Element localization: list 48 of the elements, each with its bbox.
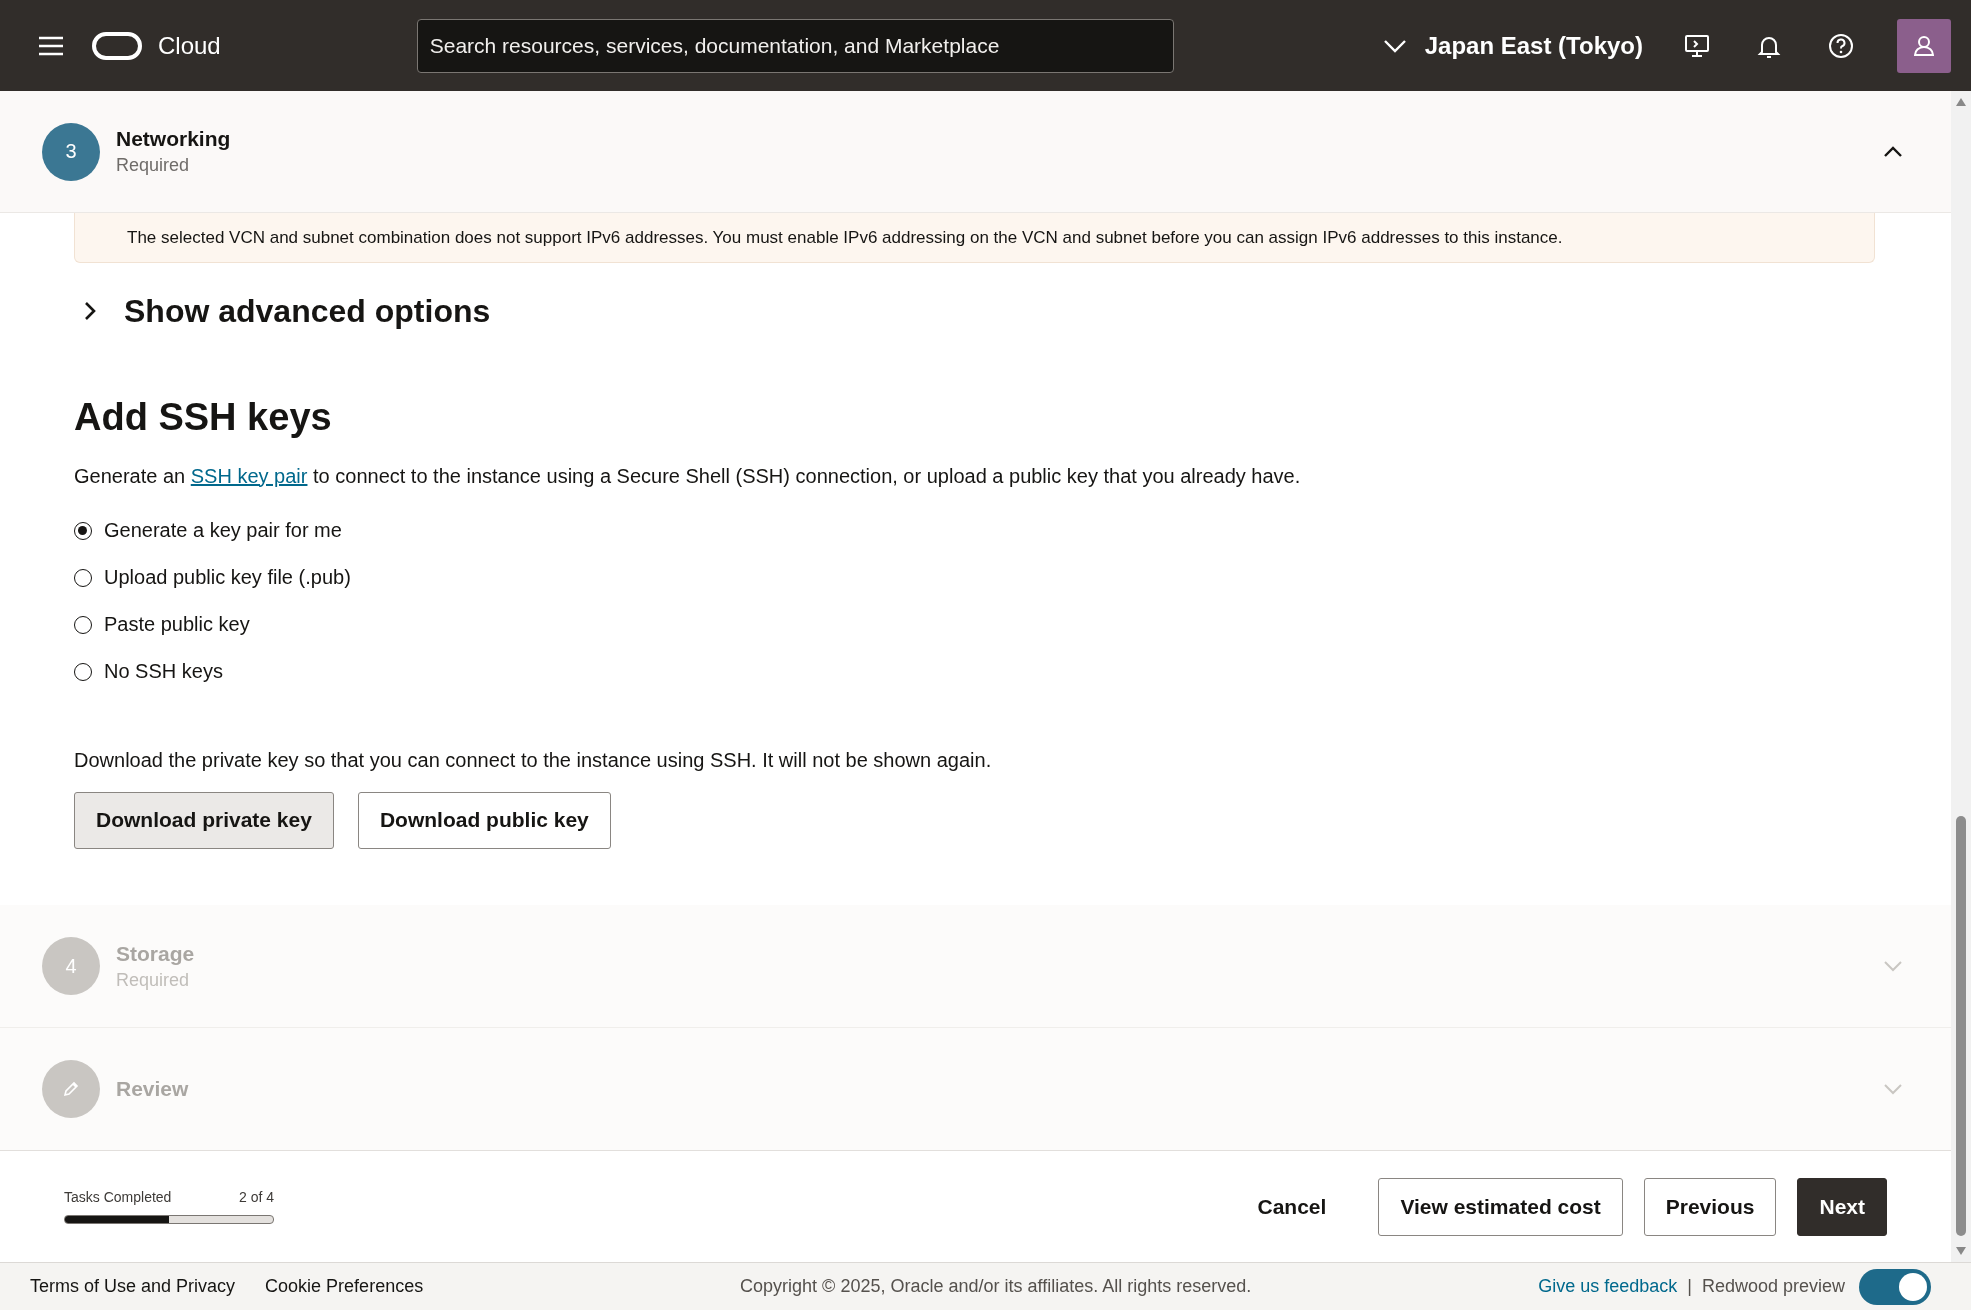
step-title: Storage bbox=[116, 941, 196, 966]
section-heading: Add SSH keys bbox=[74, 395, 333, 440]
radio-option[interactable]: No SSH keys bbox=[74, 656, 1875, 687]
scrollbar-thumb[interactable] bbox=[1956, 816, 1966, 1236]
download-button[interactable]: Download public key bbox=[357, 791, 611, 849]
feedback-link[interactable]: Give us feedback bbox=[1538, 1276, 1678, 1297]
help-icon[interactable] bbox=[1827, 31, 1855, 60]
radio-option[interactable]: Paste public key bbox=[74, 609, 1875, 640]
ssh-key-pair-link[interactable]: SSH key pair bbox=[190, 464, 308, 487]
footer-link[interactable]: Terms of Use and Privacy bbox=[30, 1276, 236, 1297]
radio-option[interactable]: Upload public key file (.pub) bbox=[74, 562, 1875, 593]
intro-text: Generate an SSH key pair to connect to the instance using a Secure Shell (SSH) connection, or upload a public key that you already have. bbox=[74, 464, 1302, 488]
step-subtitle: Required bbox=[116, 155, 191, 176]
progress-count: 2 of 4 bbox=[238, 1189, 274, 1205]
scrollbar[interactable] bbox=[1951, 91, 1971, 1262]
step-badge: 4 bbox=[42, 937, 100, 995]
redwood-preview-label: Redwood preview bbox=[1701, 1276, 1845, 1297]
action-button[interactable]: Previous bbox=[1643, 1177, 1777, 1236]
search-field[interactable]: Search resources, services, documentation, and Marketplace bbox=[416, 18, 1174, 73]
brand-name[interactable]: Cloud bbox=[158, 31, 221, 60]
step-title: Review bbox=[116, 1077, 190, 1101]
chevron-icon[interactable] bbox=[1883, 145, 1903, 158]
advanced-options-toggle[interactable]: Show advanced options bbox=[124, 292, 491, 330]
scroll-up-icon[interactable] bbox=[1955, 97, 1967, 107]
region-selector[interactable]: Japan East (Tokyo) bbox=[1424, 31, 1643, 60]
download-button[interactable]: Download private key bbox=[74, 791, 334, 849]
menu-icon[interactable] bbox=[38, 35, 64, 56]
avatar-icon[interactable] bbox=[1897, 18, 1951, 73]
progress-label: Tasks Completed bbox=[64, 1189, 172, 1205]
alert-text: The selected VCN and subnet combination does not support IPv6 addresses. You must enable IPv6 addressing on the VCN and subnet before you can assign IPv6 addresses to this instance. bbox=[127, 227, 1563, 248]
step-badge: 3 bbox=[42, 122, 100, 181]
separator: | bbox=[1687, 1276, 1692, 1297]
next-button[interactable]: Next bbox=[1797, 1177, 1887, 1236]
pencil-icon bbox=[61, 1079, 81, 1099]
step-title: Networking bbox=[116, 127, 232, 151]
step-subtitle: Required bbox=[116, 969, 191, 991]
scroll-down-icon[interactable] bbox=[1955, 1246, 1967, 1256]
preview-toggle[interactable] bbox=[1859, 1268, 1931, 1305]
radio-option[interactable]: Generate a key pair for me bbox=[74, 515, 1875, 546]
copyright-text: Copyright © 2025, Oracle and/or its affiliates. All rights reserved. bbox=[740, 1276, 1252, 1297]
chevron-right-icon[interactable] bbox=[84, 301, 96, 321]
cancel-button[interactable]: Cancel bbox=[1236, 1177, 1348, 1236]
download-note: Download the private key so that you can connect to the instance using SSH. It will not be shown again. bbox=[74, 748, 993, 772]
action-button[interactable]: View estimated cost bbox=[1378, 1177, 1623, 1236]
logo-icon[interactable] bbox=[92, 30, 142, 61]
chevron-down-icon[interactable] bbox=[1382, 38, 1407, 53]
step-header[interactable]: 3 Networking Required bbox=[0, 91, 1951, 213]
footer-link[interactable]: Cookie Preferences bbox=[265, 1276, 424, 1297]
